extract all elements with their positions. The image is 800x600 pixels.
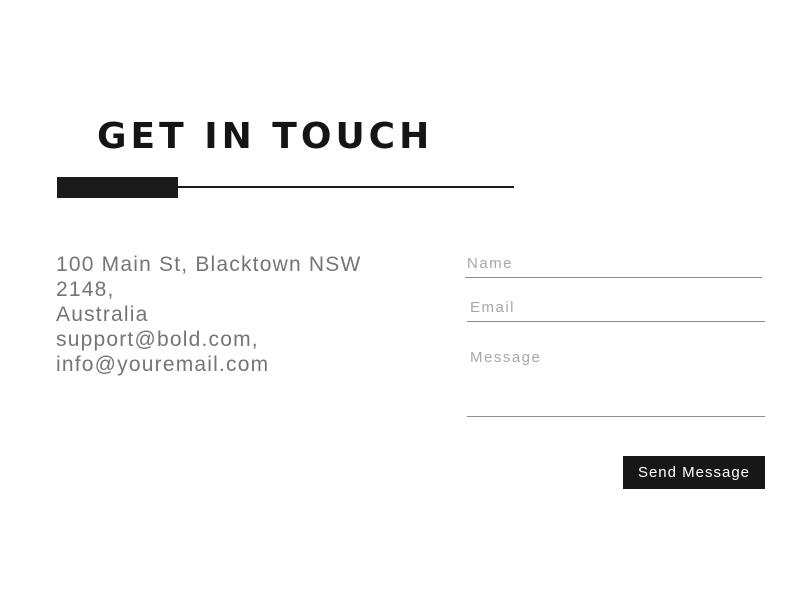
support-email: support@bold.com, — [56, 328, 259, 351]
send-message-button[interactable]: Send Message — [623, 456, 765, 489]
address-street: 100 Main St, Blacktown NSW — [56, 253, 362, 276]
page-title: GET IN TOUCH — [97, 116, 434, 157]
title-divider-accent — [57, 177, 178, 198]
name-input[interactable] — [465, 250, 762, 278]
address-postcode: 2148, — [56, 278, 115, 301]
info-email: info@youremail.com — [56, 353, 270, 376]
contact-section: GET IN TOUCH 100 Main St, Blacktown NSW … — [0, 0, 800, 600]
contact-info: 100 Main St, Blacktown NSW 2148, Austral… — [56, 252, 416, 377]
email-input[interactable] — [467, 294, 765, 322]
title-divider-line — [178, 186, 514, 188]
address-country: Australia — [56, 303, 149, 326]
message-input[interactable] — [467, 346, 765, 417]
